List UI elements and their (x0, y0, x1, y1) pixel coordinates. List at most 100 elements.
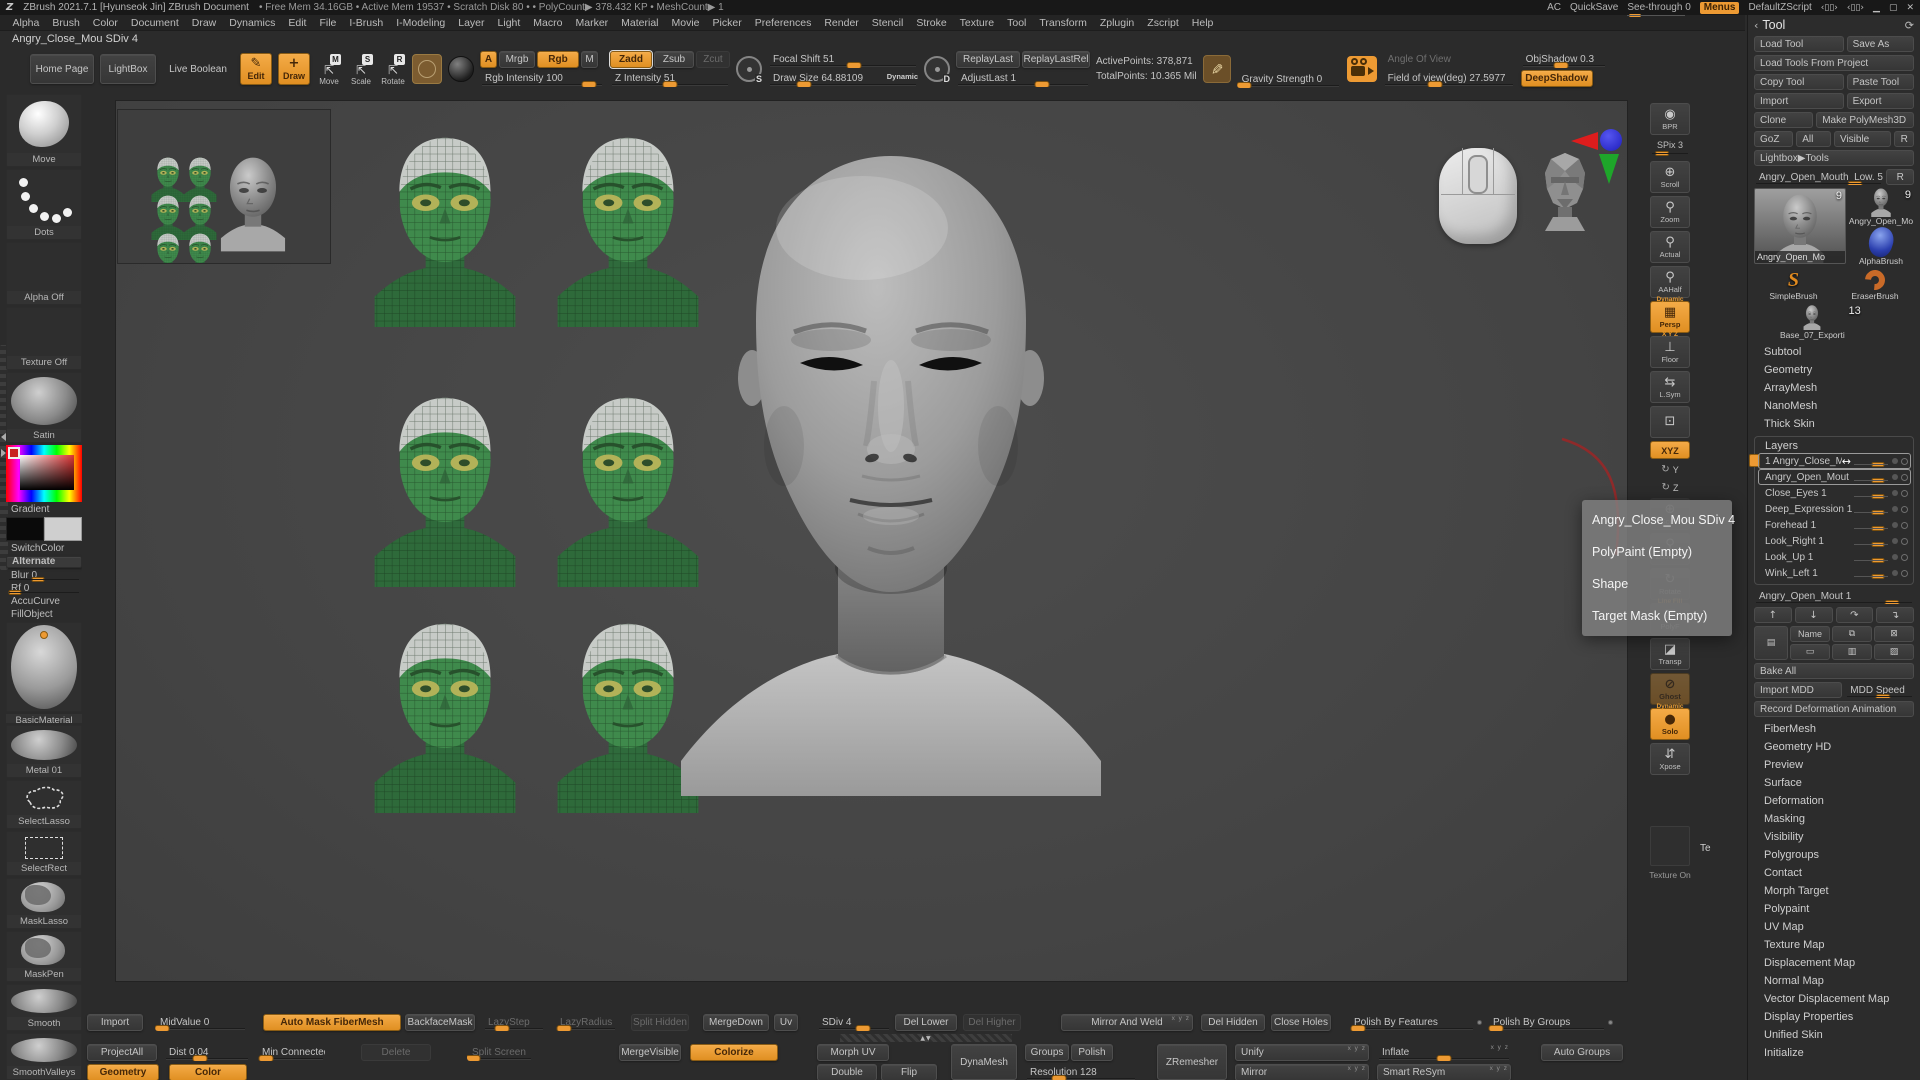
texture-picker[interactable]: Texture Off (6, 307, 82, 370)
layer-record-icon[interactable] (1892, 506, 1898, 512)
z-intensity-slider[interactable]: Z Intensity 51 (610, 70, 730, 87)
secondary-color-swatch[interactable] (44, 517, 82, 541)
resolution-slider[interactable]: Resolution 128 (1025, 1064, 1137, 1080)
rf-slider[interactable]: Rf 0 (6, 583, 82, 594)
layer-visibility-icon[interactable] (1901, 506, 1908, 513)
lazy-radius-slider[interactable]: LazyRadius (555, 1014, 617, 1031)
goz-visible-button[interactable]: Visible (1834, 131, 1891, 147)
menu-item[interactable]: Transform (1033, 17, 1093, 29)
zremesher-button[interactable]: ZRemesher (1157, 1044, 1227, 1080)
right-tray-toggle-icon[interactable]: ‹▯▯› (1847, 3, 1864, 13)
alternate-color-toggle[interactable]: A (480, 51, 497, 68)
layer-split-button[interactable]: ▭ (1790, 644, 1830, 660)
material-picker[interactable]: Satin (6, 372, 82, 443)
menu-item[interactable]: Macro (527, 17, 569, 29)
layer-delete-button[interactable]: ⊠ (1874, 626, 1914, 642)
bake-all-button[interactable]: Bake All (1754, 663, 1914, 679)
tool-section-header[interactable]: UV Map (1754, 918, 1914, 936)
midvalue-slider[interactable]: MidValue 0 (155, 1014, 247, 1031)
menu-item[interactable]: Material (615, 17, 665, 29)
actual-button[interactable]: ⚲ Actual (1650, 231, 1690, 263)
adjust-last-slider[interactable]: AdjustLast 1 (956, 70, 1090, 87)
zadd-button[interactable]: Zadd (610, 51, 652, 68)
tool-section-header[interactable]: Polygroups (1754, 846, 1914, 864)
Angry_Open_Mout 1[interactable]: Angry_Open_Mout 1 (1758, 469, 1911, 485)
alternate-button[interactable]: Alternate (6, 556, 82, 567)
layer-duplicate-button[interactable]: ⧉ (1832, 626, 1872, 642)
tool-section-header[interactable]: Deformation (1754, 792, 1914, 810)
tool-section-header[interactable]: Contact (1754, 864, 1914, 882)
layer-intensity-slider[interactable] (1854, 574, 1888, 579)
tool-section-header[interactable]: ArrayMesh (1754, 379, 1914, 397)
zoom-button[interactable]: ⚲ Zoom (1650, 196, 1690, 228)
persp-button[interactable]: Dynamic ▦ Persp (1650, 301, 1690, 333)
groups-button[interactable]: Groups (1025, 1044, 1069, 1061)
transp-button[interactable]: ◪ Transp (1650, 638, 1690, 670)
draw-size-dial-icon[interactable]: S (736, 56, 762, 82)
default-zscript-button[interactable]: DefaultZScript (1748, 2, 1811, 13)
menu-item[interactable]: Stroke (910, 17, 953, 29)
metal-material[interactable]: Metal 01 (6, 725, 82, 778)
menu-item[interactable]: Light (491, 17, 527, 29)
Close_Eyes 1[interactable]: Close_Eyes 1 (1758, 485, 1911, 501)
gradient-button[interactable]: Gradient (6, 504, 82, 515)
tool-section-header[interactable]: Geometry HD (1754, 738, 1914, 756)
lightbox-tools-button[interactable]: Lightbox▶Tools (1754, 150, 1914, 166)
mirror-button[interactable]: Mirrorx y z (1235, 1064, 1369, 1080)
gravity-strength-slider[interactable]: Gravity Strength 0 (1237, 71, 1341, 88)
recent-tool-thumbnail[interactable]: 9 Angry_Open_Mo (1848, 188, 1914, 226)
close-button[interactable]: ✕ (1906, 3, 1914, 13)
layer-visibility-icon[interactable] (1901, 570, 1908, 577)
texture-toggle-label[interactable]: Texture On (1640, 870, 1700, 880)
goz-all-button[interactable]: All (1796, 131, 1831, 147)
draw-button[interactable]: +Draw (278, 53, 310, 85)
layer-record-icon[interactable] (1892, 554, 1898, 560)
focal-shift-slider[interactable]: Focal Shift 51 (768, 51, 918, 68)
mirror-and-weld-button[interactable]: Mirror And Weldx y z (1061, 1014, 1193, 1031)
1 Angry_Close_Mo[interactable]: 1 Angry_Close_Mo ↔ (1758, 453, 1911, 469)
menu-item[interactable]: Edit (282, 17, 313, 29)
layer-visibility-icon[interactable] (1901, 538, 1908, 545)
layer-visibility-icon[interactable] (1901, 458, 1908, 465)
smooth-brush[interactable]: Smooth (6, 984, 82, 1031)
rotate-button[interactable]: R⇱Rotate (380, 52, 406, 86)
popup-menu-item[interactable]: Angry_Close_Mou SDiv 4 (1582, 504, 1732, 536)
polish-groups-mode-dot[interactable] (1608, 1020, 1613, 1025)
camera-lock-button[interactable]: ⊡ (1650, 406, 1690, 438)
layer-intensity-slider[interactable] (1854, 526, 1888, 531)
layer-intensity-slider[interactable] (1854, 478, 1888, 483)
Look_Up 1[interactable]: Look_Up 1 (1758, 549, 1911, 565)
layer-redo-button[interactable]: ↷ (1836, 607, 1874, 623)
alpha-picker[interactable]: Alpha Off (6, 242, 82, 305)
make-polymesh3d-button[interactable]: Make PolyMesh3D (1816, 112, 1914, 128)
tool-section-header[interactable]: Displacement Map (1754, 954, 1914, 972)
base-tool-thumbnail[interactable]: 13 Base_07_Exporti (1780, 304, 1845, 340)
min-connected-slider[interactable]: Min Connected F (257, 1044, 325, 1061)
layer-intensity-slider[interactable] (1854, 542, 1888, 547)
close-holes-button[interactable]: Close Holes (1271, 1014, 1331, 1031)
Forehead 1[interactable]: Forehead 1 (1758, 517, 1911, 533)
r-button[interactable]: R (1886, 169, 1914, 185)
del-higher-button[interactable]: Del Higher (963, 1014, 1021, 1031)
layer-record-icon[interactable] (1892, 490, 1898, 496)
polish-by-groups-slider[interactable]: Polish By Groups (1488, 1014, 1606, 1031)
rgb-button[interactable]: Rgb (537, 51, 579, 68)
del-hidden-button[interactable]: Del Hidden (1201, 1014, 1265, 1031)
color-swatches[interactable] (6, 517, 82, 541)
smooth-valleys-brush[interactable]: SmoothValleys (6, 1033, 82, 1080)
brush-picker[interactable]: Move (6, 94, 82, 167)
export-button[interactable]: Export (1847, 93, 1914, 109)
split-hidden-button[interactable]: Split Hidden (631, 1014, 689, 1031)
blur-slider[interactable]: Blur 0 (6, 570, 82, 581)
load-tools-from-project-button[interactable]: Load Tools From Project (1754, 55, 1914, 71)
popup-menu-item[interactable]: Target Mask (Empty) (1582, 600, 1732, 632)
menu-item[interactable]: Marker (569, 17, 615, 29)
project-all-button[interactable]: ProjectAll (87, 1044, 157, 1061)
material-preview[interactable] (6, 622, 82, 712)
menu-item[interactable]: I-Modeling (390, 17, 452, 29)
clone-button[interactable]: Clone (1754, 112, 1813, 128)
layer-up-button[interactable]: ↑ (1754, 607, 1792, 623)
restore-button[interactable]: ▢ (1889, 3, 1898, 13)
menu-item[interactable]: Color (86, 17, 124, 29)
solo-button[interactable]: Dynamic ● Solo (1650, 708, 1690, 740)
